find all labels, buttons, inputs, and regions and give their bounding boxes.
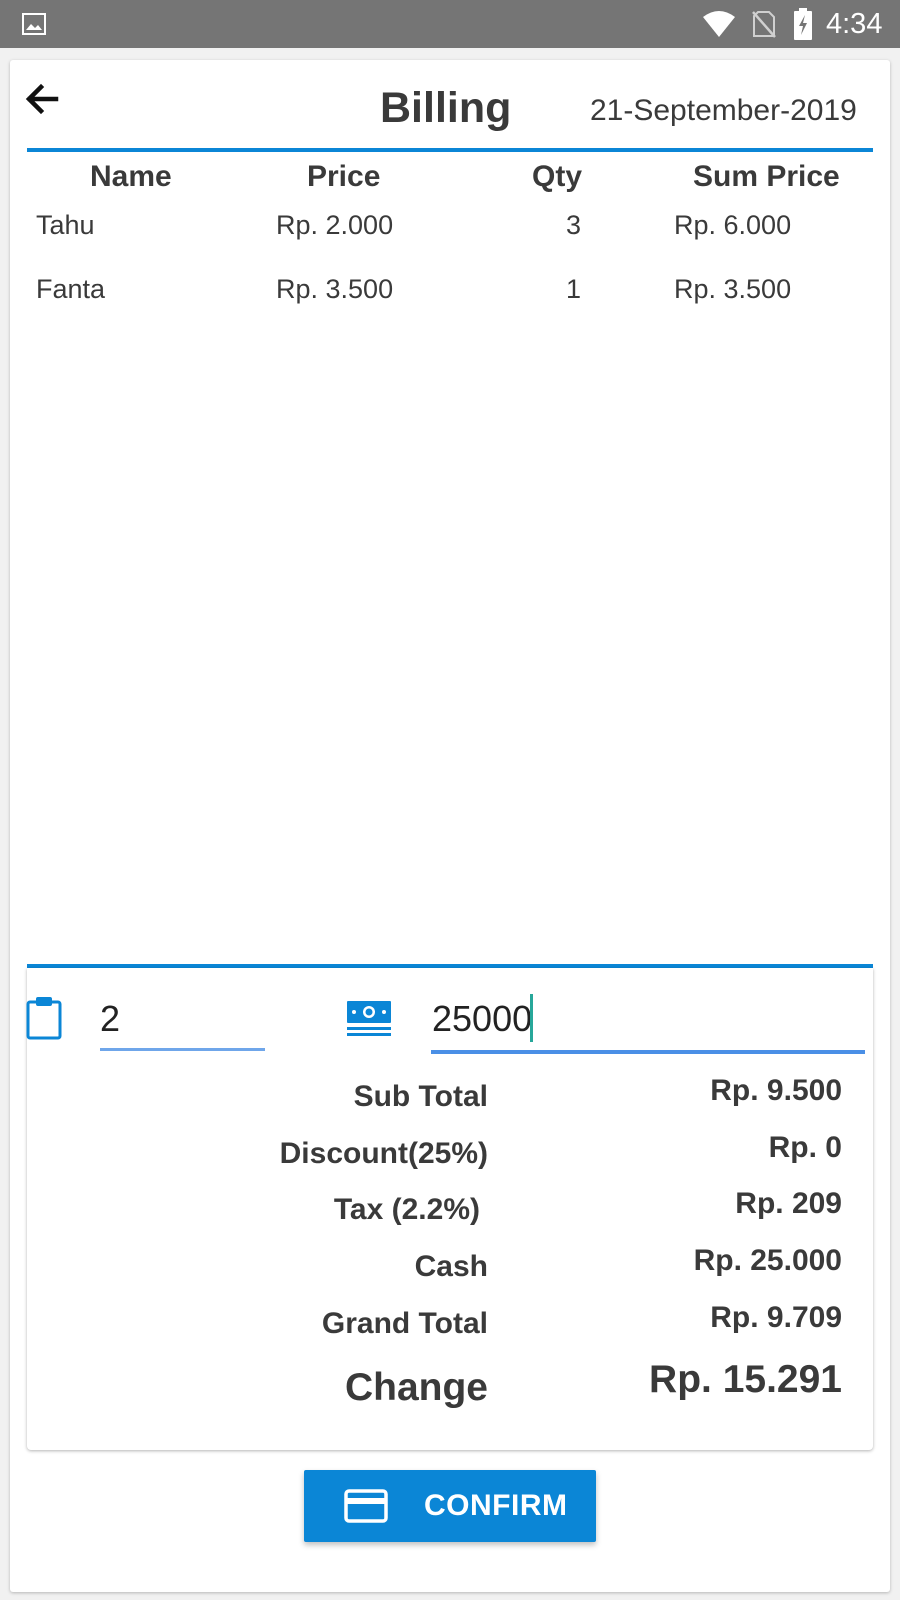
discount-value: Rp. 0 xyxy=(768,1131,842,1164)
confirm-button[interactable]: CONFIRM xyxy=(304,1470,596,1542)
item-qty: 3 xyxy=(566,210,582,240)
header-divider xyxy=(27,148,873,152)
page-title: Billing xyxy=(380,84,512,132)
cash-icon xyxy=(347,1001,391,1036)
change-label: Change xyxy=(344,1366,488,1409)
confirm-label: CONFIRM xyxy=(424,1489,568,1522)
column-header-sum-price: Sum Price xyxy=(693,160,840,193)
column-header-price: Price xyxy=(307,160,381,193)
item-qty: 1 xyxy=(566,274,582,304)
status-bar: 4:34 xyxy=(0,0,900,48)
cash-label: Cash xyxy=(414,1250,488,1283)
battery-charging-icon xyxy=(794,8,812,40)
discount-label: Discount(25%) xyxy=(279,1137,488,1170)
billing-date: 21-September-2019 xyxy=(590,94,857,127)
wifi-icon xyxy=(703,11,735,37)
no-sim-icon xyxy=(752,11,776,38)
item-name: Fanta xyxy=(36,274,106,304)
items-count-input[interactable] xyxy=(100,996,260,1042)
grand-total-value: Rp. 9.709 xyxy=(710,1301,842,1334)
table-row[interactable]: Tahu Rp. 2.000 3 Rp. 6.000 xyxy=(0,210,900,260)
credit-card-icon xyxy=(344,1489,388,1523)
gallery-icon xyxy=(22,13,46,35)
back-arrow-icon[interactable] xyxy=(24,80,62,118)
tax-label: Tax (2.2%) xyxy=(333,1193,480,1226)
table-row[interactable]: Fanta Rp. 3.500 1 Rp. 3.500 xyxy=(0,274,900,324)
item-price: Rp. 2.000 xyxy=(276,210,394,240)
cash-value: Rp. 25.000 xyxy=(693,1244,842,1277)
cash-input-underline xyxy=(431,1050,865,1054)
tax-value: Rp. 209 xyxy=(735,1187,842,1220)
grand-total-label: Grand Total xyxy=(321,1307,488,1340)
clipboard-icon xyxy=(26,997,62,1040)
item-sum-price: Rp. 6.000 xyxy=(674,210,792,240)
change-value: Rp. 15.291 xyxy=(649,1358,842,1401)
item-price: Rp. 3.500 xyxy=(276,274,394,304)
text-cursor xyxy=(530,994,533,1042)
column-header-name: Name xyxy=(90,160,172,193)
item-sum-price: Rp. 3.500 xyxy=(674,274,792,304)
sub-total-label: Sub Total xyxy=(353,1080,488,1113)
items-count-underline xyxy=(100,1048,265,1051)
sub-total-value: Rp. 9.500 xyxy=(710,1074,842,1107)
column-header-qty: Qty xyxy=(532,160,583,193)
status-time: 4:34 xyxy=(826,8,883,40)
cash-input[interactable] xyxy=(432,996,862,1042)
item-name: Tahu xyxy=(36,210,95,240)
